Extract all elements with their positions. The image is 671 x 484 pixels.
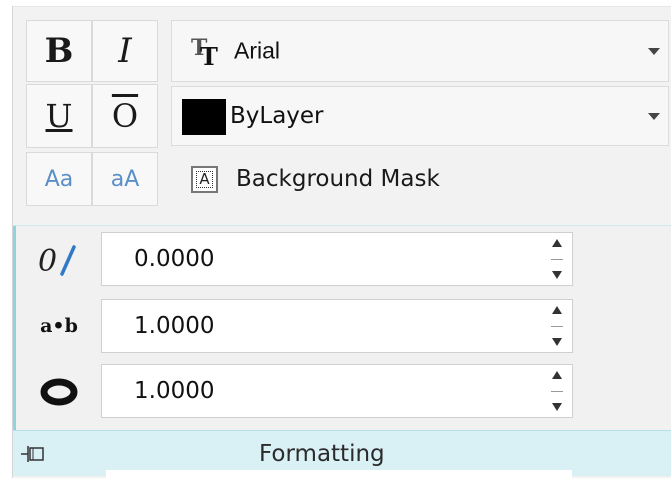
bold-icon: B — [44, 31, 74, 71]
italic-icon: I — [118, 31, 132, 71]
spin-up-icon[interactable] — [552, 306, 562, 314]
tracking-value: 1.0000 — [134, 313, 215, 339]
underline-icon: U — [45, 97, 73, 135]
truetype-font-icon: T T — [190, 35, 226, 71]
tracking-field[interactable]: 1.0000 — [101, 299, 573, 353]
width-factor-value: 1.0000 — [134, 378, 215, 404]
formatting-panel: B I T T Arial U O ByLayer Aa aA A Backgr… — [12, 6, 671, 478]
italic-button[interactable]: I — [92, 20, 158, 82]
tracking-icon: a•b — [31, 302, 87, 350]
overline-button[interactable]: O — [92, 84, 158, 148]
uppercase-icon: aA — [110, 166, 140, 192]
oblique-angle-field[interactable]: 0.0000 — [101, 232, 573, 286]
pin-icon[interactable] — [21, 444, 47, 468]
tracking-icon-text: a•b — [40, 315, 78, 337]
underline-button[interactable]: U — [26, 84, 92, 148]
overline-icon: O — [111, 97, 139, 135]
spin-down-icon[interactable] — [552, 338, 562, 346]
width-factor-field[interactable]: 1.0000 — [101, 364, 573, 418]
svg-text:0: 0 — [38, 244, 57, 279]
width-factor-spinner[interactable] — [550, 371, 564, 411]
spin-down-icon[interactable] — [552, 271, 562, 279]
spin-down-icon[interactable] — [552, 403, 562, 411]
lowercase-button[interactable]: Aa — [26, 152, 92, 206]
chevron-down-icon — [648, 113, 660, 120]
spin-up-icon[interactable] — [552, 239, 562, 247]
width-factor-icon — [31, 368, 87, 416]
chevron-down-icon — [648, 48, 660, 55]
svg-text:T: T — [200, 42, 218, 67]
background-mask-button[interactable]: A Background Mask — [171, 155, 661, 203]
top-divider — [13, 6, 671, 7]
spin-up-icon[interactable] — [552, 371, 562, 379]
section-divider — [13, 225, 671, 226]
bold-button[interactable]: B — [26, 20, 92, 82]
oblique-angle-spinner[interactable] — [550, 239, 564, 279]
lowercase-icon: Aa — [44, 166, 74, 192]
color-value: ByLayer — [230, 103, 324, 129]
background-mask-label: Background Mask — [236, 166, 440, 192]
uppercase-button[interactable]: aA — [92, 152, 158, 206]
oblique-angle-value: 0.0000 — [134, 246, 215, 272]
bottom-strip — [106, 470, 572, 484]
oblique-angle-icon: 0 — [31, 236, 87, 284]
background-mask-icon: A — [191, 165, 218, 193]
color-swatch — [182, 99, 226, 135]
panel-title: Formatting — [259, 440, 385, 467]
tracking-spinner[interactable] — [550, 306, 564, 346]
font-combo[interactable]: T T Arial — [171, 20, 669, 82]
color-combo[interactable]: ByLayer — [171, 86, 669, 146]
font-name: Arial — [234, 37, 281, 64]
